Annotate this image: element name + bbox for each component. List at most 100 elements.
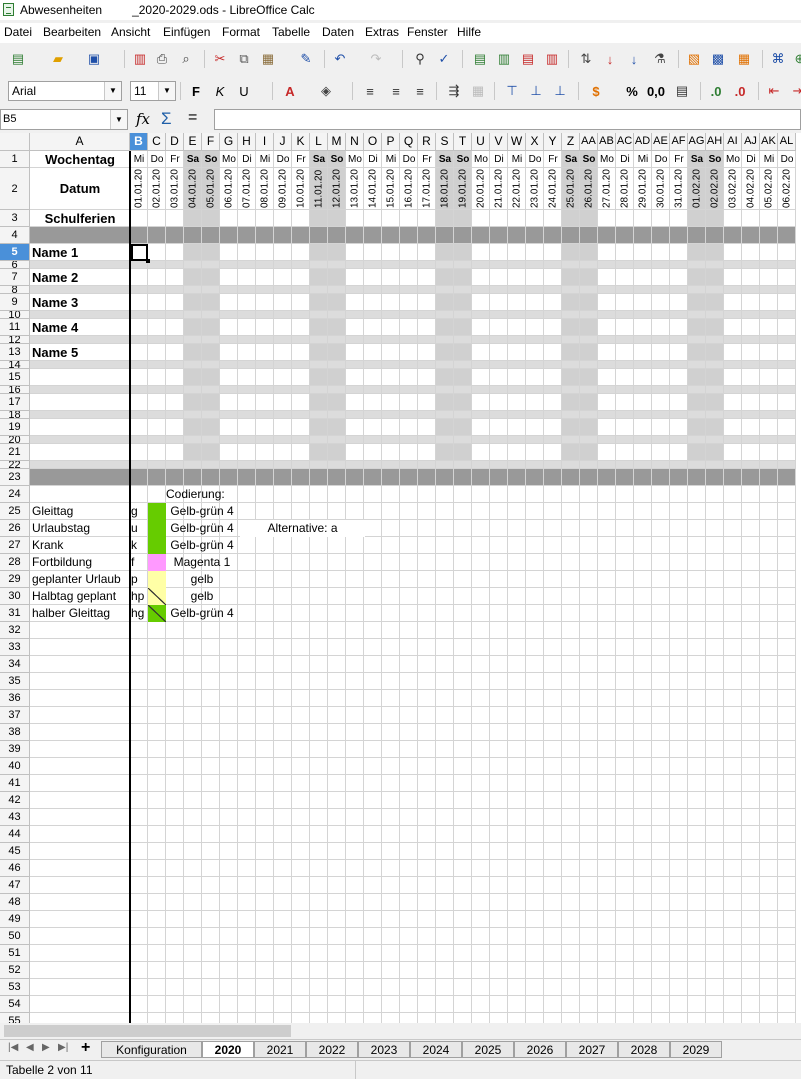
grid-cell[interactable] [382,690,400,707]
grid-cell[interactable] [724,656,742,673]
grid-cell[interactable] [346,336,364,344]
grid-cell[interactable] [454,639,472,656]
grid-cell[interactable] [508,469,526,486]
grid-cell[interactable] [454,877,472,894]
grid-cell[interactable] [580,928,598,945]
grid-cell[interactable] [418,571,436,588]
grid-cell[interactable] [436,707,454,724]
grid-cell[interactable] [616,707,634,724]
grid-cell[interactable] [220,344,238,361]
grid-cell[interactable] [562,286,580,294]
grid-cell[interactable] [508,945,526,962]
grid-cell[interactable] [382,877,400,894]
grid-cell[interactable] [30,860,130,877]
grid-cell[interactable] [670,928,688,945]
grid-cell[interactable] [472,588,490,605]
grid-cell[interactable] [742,269,760,286]
grid-cell[interactable] [508,996,526,1013]
grid-cell[interactable] [184,928,202,945]
grid-cell[interactable] [742,775,760,792]
grid-cell[interactable] [724,469,742,486]
grid-cell[interactable] [400,210,418,227]
grid-cell[interactable] [670,792,688,809]
grid-cell[interactable] [670,775,688,792]
grid-cell[interactable] [580,344,598,361]
grid-cell[interactable] [400,690,418,707]
grid-cell[interactable] [148,673,166,690]
sum-icon[interactable]: Σ [161,109,172,129]
grid-cell[interactable] [238,588,256,605]
grid-cell[interactable] [436,877,454,894]
grid-cell[interactable] [724,344,742,361]
grid-cell[interactable] [130,436,148,444]
grid-cell[interactable] [706,1013,724,1023]
column-header[interactable]: AH [706,133,724,151]
grid-cell[interactable] [364,877,382,894]
grid-cell[interactable] [706,294,724,311]
grid-cell[interactable] [418,503,436,520]
grid-cell[interactable] [508,894,526,911]
grid-cell[interactable] [508,707,526,724]
column-header[interactable]: AC [616,133,634,151]
grid-cell[interactable] [634,311,652,319]
grid-cell[interactable] [220,386,238,394]
grid-cell[interactable] [742,311,760,319]
grid-cell[interactable] [580,571,598,588]
grid-cell[interactable] [670,537,688,554]
grid-cell[interactable] [454,707,472,724]
grid-cell[interactable] [652,571,670,588]
grid-cell[interactable] [544,809,562,826]
grid-cell[interactable] [130,911,148,928]
grid-cell[interactable] [436,1013,454,1023]
align-center-icon[interactable]: ≡ [386,81,406,101]
grid-cell[interactable] [778,656,796,673]
grid-cell[interactable] [508,294,526,311]
grid-cell[interactable] [472,537,490,554]
grid-cell[interactable] [670,361,688,369]
grid-cell[interactable] [652,843,670,860]
grid-cell[interactable] [130,319,148,336]
grid-cell[interactable] [544,1013,562,1023]
column-header[interactable]: N [346,133,364,151]
grid-cell[interactable] [490,436,508,444]
column-header[interactable]: M [328,133,346,151]
grid-cell[interactable] [508,809,526,826]
grid-cell[interactable] [670,741,688,758]
grid-cell[interactable] [508,605,526,622]
grid-cell[interactable] [742,758,760,775]
grid-cell[interactable] [220,261,238,269]
column-header[interactable]: AK [760,133,778,151]
grid-cell[interactable] [670,996,688,1013]
grid-cell[interactable] [634,758,652,775]
grid-cell[interactable] [310,537,328,554]
grid-cell[interactable] [526,639,544,656]
column-icon[interactable]: ▥ [494,49,514,69]
grid-cell[interactable] [418,758,436,775]
grid-cell[interactable] [616,996,634,1013]
grid-cell[interactable] [724,369,742,386]
grid-cell[interactable] [130,962,148,979]
grid-cell[interactable] [364,724,382,741]
grid-cell[interactable] [166,724,184,741]
grid-cell[interactable] [328,244,346,261]
grid-cell[interactable] [598,571,616,588]
grid-cell[interactable] [472,826,490,843]
grid-cell[interactable] [778,419,796,436]
sheet-tab-2025[interactable]: 2025 [462,1041,514,1058]
grid-cell[interactable] [30,928,130,945]
grid-cell[interactable] [742,605,760,622]
grid-cell[interactable] [634,690,652,707]
grid-cell[interactable] [580,286,598,294]
grid-cell[interactable] [238,503,256,520]
grid-cell[interactable] [256,411,274,419]
grid-cell[interactable] [652,690,670,707]
grid-cell[interactable] [706,877,724,894]
grid-cell[interactable] [148,261,166,269]
grid-cell[interactable] [256,605,274,622]
grid-cell[interactable] [292,860,310,877]
grid-cell[interactable] [454,588,472,605]
grid-cell[interactable] [148,928,166,945]
grid-cell[interactable] [652,792,670,809]
grid-cell[interactable] [760,503,778,520]
grid-cell[interactable] [364,269,382,286]
